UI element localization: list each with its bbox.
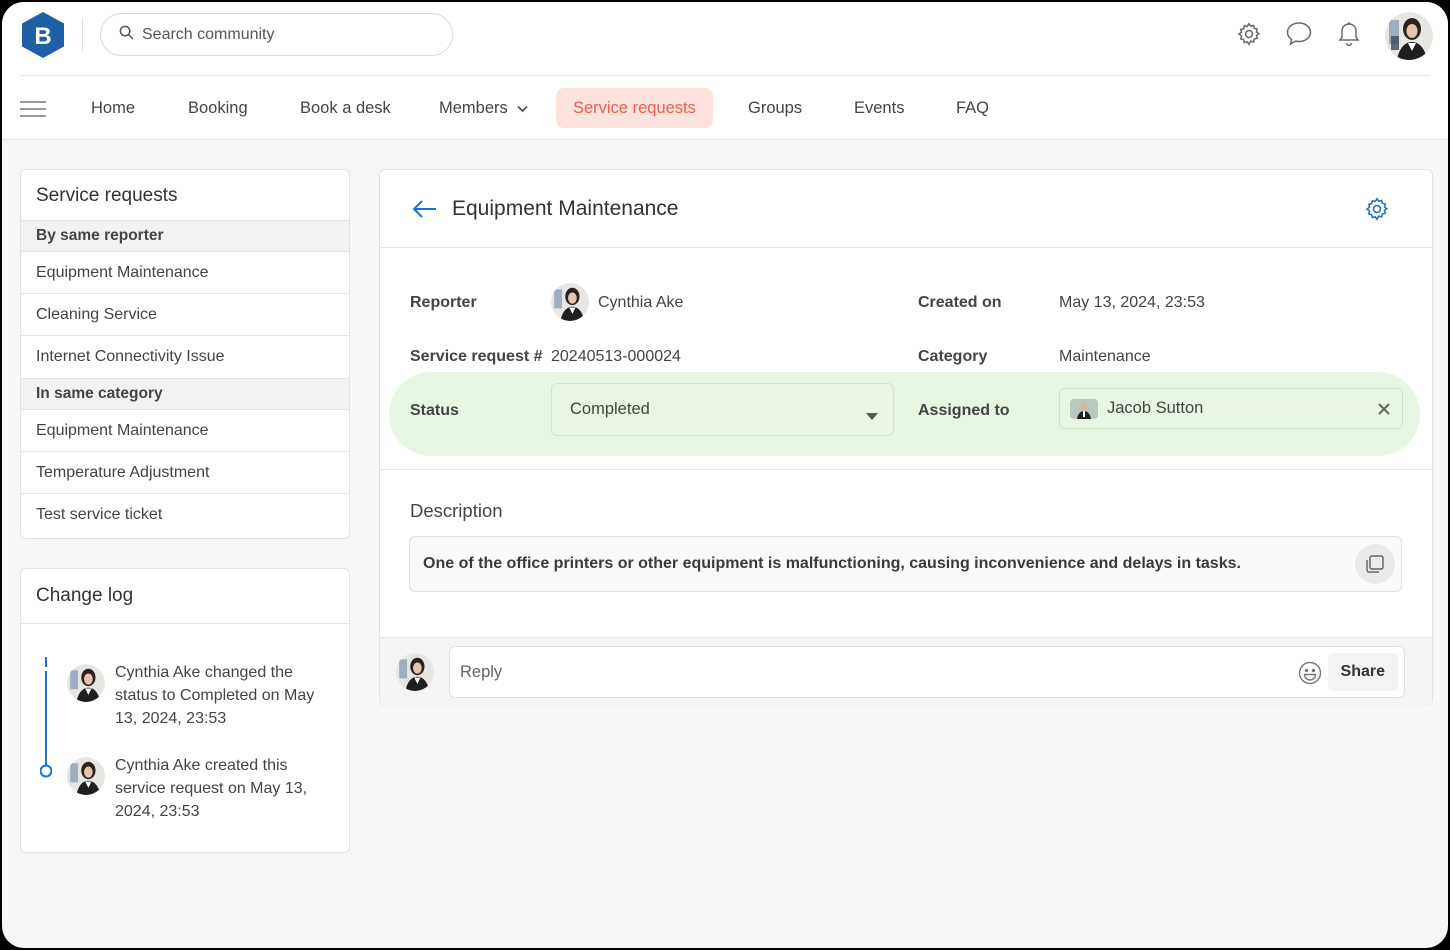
description-text: One of the office printers or other equi… — [423, 555, 1241, 572]
search-icon — [119, 25, 134, 45]
assigned-label: Assigned to — [918, 402, 1010, 419]
status-label: Status — [410, 402, 459, 419]
emoji-icon[interactable] — [1298, 661, 1322, 690]
reply-area: Share — [380, 637, 1432, 706]
status-dropdown[interactable]: Completed — [551, 383, 894, 436]
page-title: Equipment Maintenance — [452, 197, 679, 220]
search-box[interactable] — [100, 13, 453, 56]
sidebar-item[interactable]: Test service ticket — [21, 494, 349, 536]
reply-input[interactable] — [460, 662, 1280, 682]
detail-header: Equipment Maintenance — [380, 170, 1432, 248]
user-avatar[interactable] — [1385, 12, 1433, 60]
changelog-panel: Change log Cynthia Ake changed the statu… — [20, 568, 350, 853]
close-icon[interactable] — [1378, 401, 1390, 420]
avatar — [67, 757, 105, 795]
category-label: Category — [918, 348, 988, 365]
reply-box[interactable]: Share — [449, 646, 1405, 698]
reporter-name[interactable]: Cynthia Ake — [598, 294, 683, 312]
nav-label: FAQ — [956, 98, 990, 117]
changelog-entry: Cynthia Ake created this service request… — [67, 754, 335, 823]
nav-label: Book a desk — [300, 98, 391, 117]
description-label: Description — [410, 500, 503, 521]
sidebar-item[interactable]: Equipment Maintenance — [21, 252, 349, 294]
avatar — [67, 664, 105, 702]
top-bar: B — [2, 2, 1448, 77]
divider — [20, 75, 1430, 76]
timeline-line — [40, 657, 52, 778]
nav-label: Members — [439, 98, 508, 117]
copy-icon[interactable] — [1355, 544, 1395, 584]
nav-faq[interactable]: FAQ — [939, 88, 1006, 128]
nav-groups[interactable]: Groups — [731, 88, 819, 128]
main-nav: Home Booking Book a desk Members Service… — [2, 77, 1448, 140]
divider — [380, 469, 1432, 470]
brand-logo[interactable]: B — [21, 11, 65, 59]
status-value: Completed — [570, 400, 650, 418]
sidebar-title: Service requests — [36, 185, 178, 206]
description-box: One of the office printers or other equi… — [409, 536, 1402, 592]
nav-service-requests[interactable]: Service requests — [556, 88, 713, 128]
caret-down-icon — [866, 406, 878, 425]
chevron-down-icon — [517, 99, 528, 118]
changelog-entry: Cynthia Ake changed the status to Comple… — [67, 661, 335, 730]
request-detail-panel: Equipment Maintenance Reporter Cynthia A… — [379, 169, 1433, 706]
category-value: Maintenance — [1059, 348, 1151, 365]
changelog-title: Change log — [21, 569, 349, 624]
nav-book-a-desk[interactable]: Book a desk — [283, 88, 408, 128]
svg-text:B: B — [34, 23, 51, 50]
group-header: In same category — [21, 378, 349, 410]
sidebar-item[interactable]: Equipment Maintenance — [21, 410, 349, 452]
share-button[interactable]: Share — [1327, 653, 1398, 691]
nav-label: Groups — [748, 98, 803, 117]
nav-label: Home — [91, 98, 136, 117]
app-window: B Home Booking Book a desk — [2, 2, 1448, 948]
group-header: By same reporter — [21, 220, 349, 252]
search-input[interactable] — [142, 25, 422, 44]
gear-icon[interactable] — [1235, 20, 1263, 48]
created-label: Created on — [918, 294, 1002, 311]
nav-booking[interactable]: Booking — [171, 88, 265, 128]
avatar — [1070, 398, 1098, 419]
sidebar-item[interactable]: Internet Connectivity Issue — [21, 336, 349, 378]
changelog-text: Cynthia Ake created this service request… — [115, 757, 308, 820]
bell-icon[interactable] — [1335, 20, 1363, 48]
assignee-field[interactable]: Jacob Sutton — [1059, 388, 1403, 429]
sidebar-service-requests: Service requests By same reporter Equipm… — [20, 169, 350, 539]
created-value: May 13, 2024, 23:53 — [1059, 294, 1205, 311]
nav-label: Booking — [188, 98, 248, 117]
sidebar-item[interactable]: Cleaning Service — [21, 294, 349, 336]
nav-members[interactable]: Members — [422, 88, 545, 128]
menu-icon[interactable] — [20, 100, 46, 118]
request-number-value: 20240513-000024 — [551, 348, 681, 365]
changelog-text: Cynthia Ake changed the status to Comple… — [115, 664, 315, 727]
sidebar-item[interactable]: Temperature Adjustment — [21, 452, 349, 494]
gear-icon[interactable] — [1364, 196, 1390, 227]
reporter-label: Reporter — [410, 294, 477, 311]
nav-home[interactable]: Home — [74, 88, 152, 128]
nav-label: Events — [854, 98, 905, 117]
back-arrow-icon[interactable] — [411, 199, 437, 224]
avatar — [396, 653, 434, 691]
request-number-label: Service request # — [410, 348, 543, 365]
avatar — [551, 283, 589, 321]
nav-events[interactable]: Events — [837, 88, 921, 128]
divider — [82, 18, 83, 52]
nav-label: Service requests — [573, 98, 696, 117]
chat-icon[interactable] — [1285, 20, 1313, 48]
assignee-name: Jacob Sutton — [1107, 399, 1204, 417]
